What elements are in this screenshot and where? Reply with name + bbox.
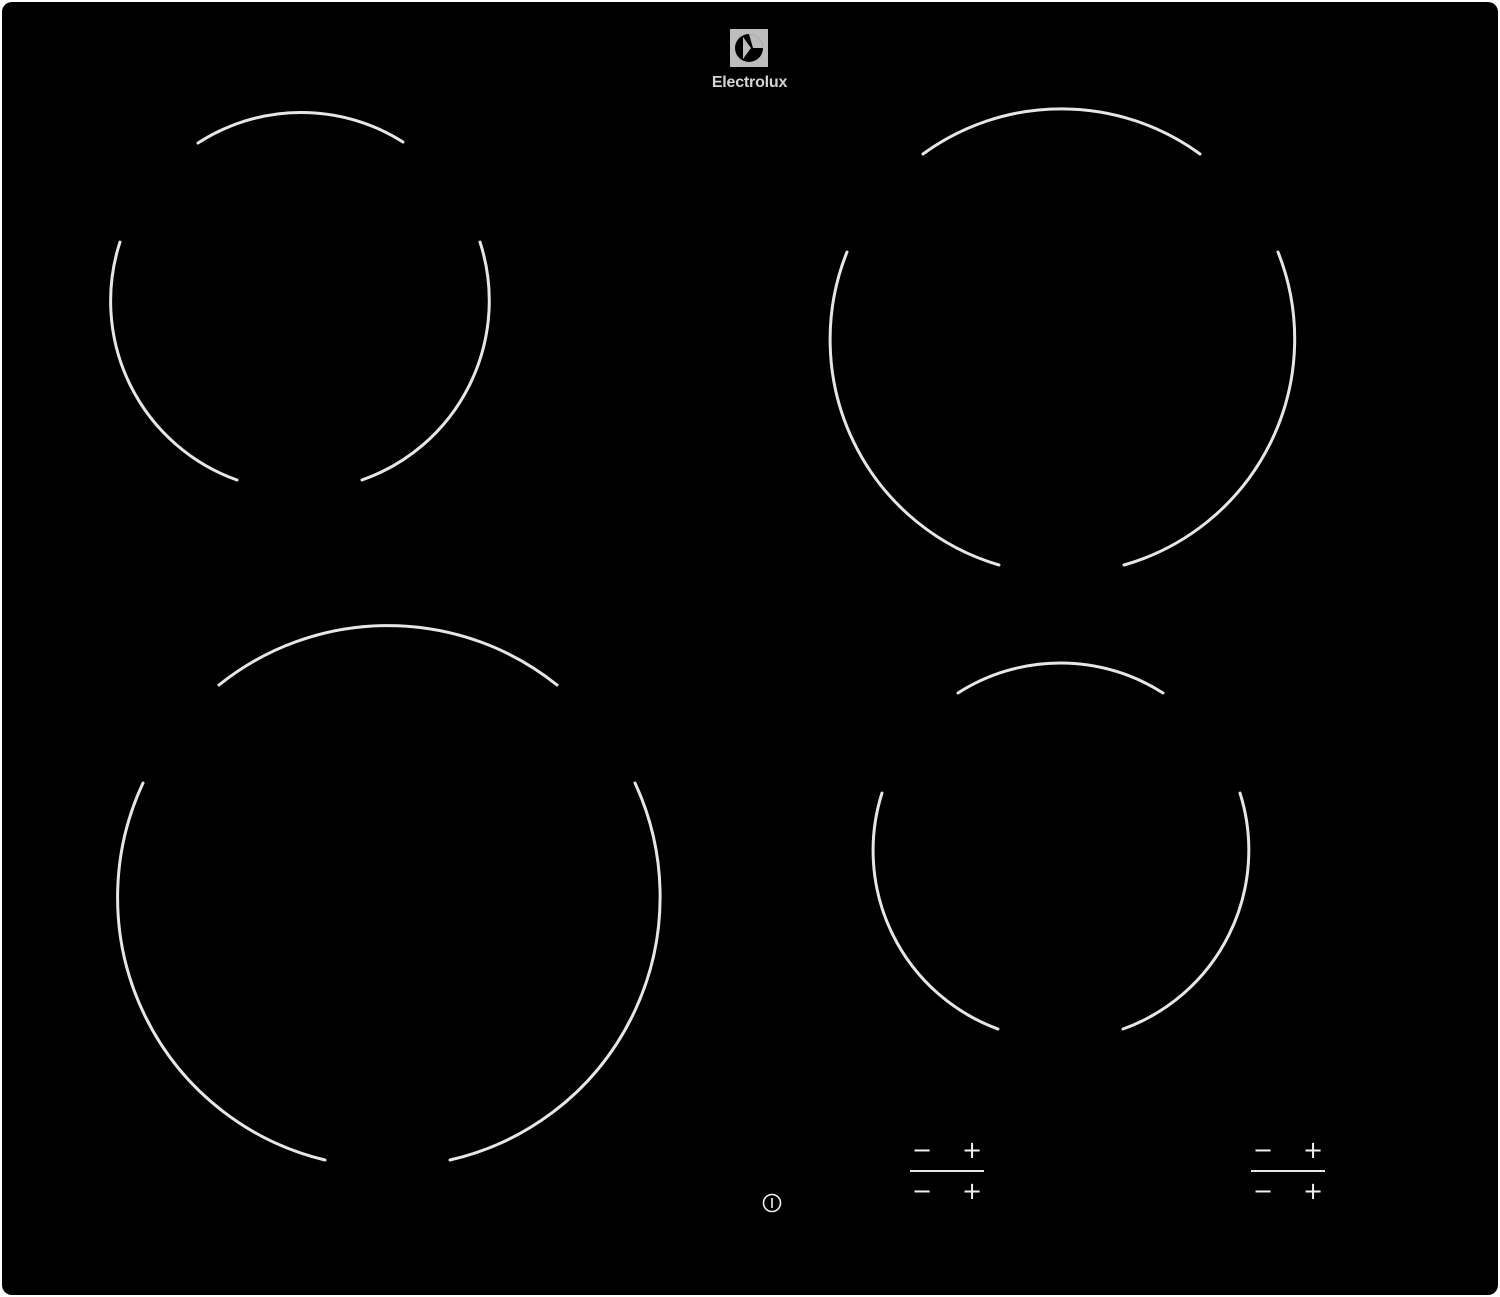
zone-front-right-top-arc [956, 661, 1165, 695]
zone-front-right-bottom-arc [871, 791, 1251, 1031]
zone-control-left-pair: − + − + [909, 1138, 985, 1203]
cooking-zones [109, 107, 1297, 1162]
front-left-zone-minus-button[interactable]: − [909, 1179, 935, 1203]
zone-rear-left-top-arc [196, 111, 405, 145]
zone-rear-left [109, 111, 491, 482]
control-divider [910, 1170, 984, 1172]
zone-front-right [871, 661, 1251, 1031]
front-right-zone-plus-button[interactable]: + [1300, 1179, 1326, 1203]
zone-front-left [116, 624, 662, 1162]
front-left-zone-plus-button[interactable]: + [959, 1179, 985, 1203]
zone-front-left-top-arc [217, 624, 559, 687]
rear-right-zone-plus-button[interactable]: + [1300, 1138, 1326, 1162]
zone-rear-right-top-arc [921, 107, 1202, 156]
rear-right-zone-minus-button[interactable]: − [1250, 1138, 1276, 1162]
rear-left-zone-plus-button[interactable]: + [959, 1138, 985, 1162]
power-icon[interactable] [761, 1192, 783, 1214]
ceramic-hob: Electrolux − + − + − + − + [2, 2, 1498, 1295]
zone-rear-left-bottom-arc [109, 240, 491, 482]
front-right-zone-minus-button[interactable]: − [1250, 1179, 1276, 1203]
zone-front-left-bottom-arc [116, 781, 662, 1162]
rear-left-zone-minus-button[interactable]: − [909, 1138, 935, 1162]
zone-control-right-pair: − + − + [1250, 1138, 1326, 1203]
zone-rear-right [828, 107, 1297, 567]
zone-rear-right-bottom-arc [828, 250, 1297, 567]
control-divider [1251, 1170, 1325, 1172]
